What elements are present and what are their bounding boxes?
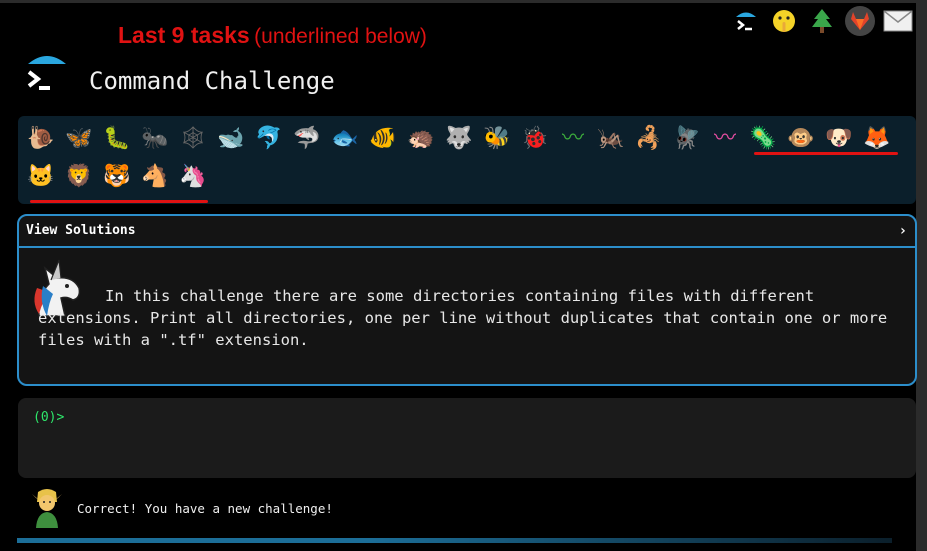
fish-icon[interactable]: 🐟 [326, 120, 364, 158]
challenge-icon-strip: 🐌 🦋 🐛 🐜 🕸 🐋 🐬 🦈 🐟 🐠 🦔 🐺 🐝 🐞 〰 🦗 🦂 🪰 〰 🦠 🐵 🐶 🦊 🐱 🦁 🐯 🐴 🦄 [18, 116, 916, 204]
command-challenge-logo[interactable] [26, 52, 68, 98]
solutions-panel: View Solutions › In this challenge there… [17, 214, 917, 386]
bee-icon[interactable]: 🐝 [478, 120, 516, 158]
status-message: Correct! You have a new challenge! [77, 501, 333, 516]
hedgehog-icon[interactable]: 🦔 [402, 120, 440, 158]
last-tasks-banner: Last 9 tasks (underlined below) [118, 22, 427, 49]
scrollbar-track[interactable] [916, 0, 927, 551]
tropical-fish-icon[interactable]: 🐠 [364, 120, 402, 158]
whale-icon[interactable]: 🐋 [212, 120, 250, 158]
ant-icon[interactable]: 🐜 [136, 120, 174, 158]
shushing-face-icon[interactable] [769, 6, 799, 36]
worm-icon[interactable]: 〰 [554, 120, 592, 158]
shell-prompt: (0)> [33, 410, 65, 425]
tiger-icon[interactable]: 🐯 [98, 158, 136, 196]
scorpion-icon[interactable]: 🦂 [630, 120, 668, 158]
terminal-input-area[interactable]: (0)> [18, 398, 916, 478]
challenge-description: In this challenge there are some directo… [38, 287, 888, 349]
gitlab-icon[interactable] [845, 6, 875, 36]
last-tasks-underline [754, 152, 898, 155]
dolphin-icon[interactable]: 🐬 [250, 120, 288, 158]
last-tasks-underline [30, 200, 208, 203]
unicorn-icon[interactable]: 🦄 [174, 158, 212, 196]
spider-web-icon[interactable]: 🕸 [174, 120, 212, 158]
page-title: Command Challenge [89, 67, 335, 95]
view-solutions-label: View Solutions [26, 223, 136, 238]
terminal-logo-icon[interactable] [731, 6, 761, 36]
wolf-icon[interactable]: 🐺 [440, 120, 478, 158]
shark-icon[interactable]: 🦈 [288, 120, 326, 158]
pine-tree-icon[interactable] [807, 6, 837, 36]
mail-icon[interactable] [883, 6, 913, 36]
butterfly-icon[interactable]: 🦋 [60, 120, 98, 158]
snail-icon[interactable]: 🐌 [22, 120, 60, 158]
cat-icon[interactable]: 🐱 [22, 158, 60, 196]
top-icons-bar [731, 6, 913, 36]
cricket-icon[interactable]: 🦗 [592, 120, 630, 158]
view-solutions-toggle[interactable]: View Solutions › [19, 216, 915, 248]
lion-icon[interactable]: 🦁 [60, 158, 98, 196]
horse-icon[interactable]: 🐴 [136, 158, 174, 196]
animal-icon-list: 🐌 🦋 🐛 🐜 🕸 🐋 🐬 🦈 🐟 🐠 🦔 🐺 🐝 🐞 〰 🦗 🦂 🪰 〰 🦠 🐵 🐶 🦊 🐱 🦁 🐯 🐴 🦄 [22, 120, 912, 196]
lady-beetle-icon[interactable]: 🐞 [516, 120, 554, 158]
banner-main: Last 9 tasks [118, 22, 250, 48]
chevron-right-icon[interactable]: › [899, 216, 907, 246]
banner-sub: (underlined below) [254, 25, 427, 48]
fly-icon[interactable]: 🪰 [668, 120, 706, 158]
caterpillar-icon[interactable]: 🐛 [98, 120, 136, 158]
window-top-border [0, 0, 927, 3]
pink-worm-icon[interactable]: 〰 [706, 120, 744, 158]
progress-bar [17, 538, 892, 543]
elf-avatar-icon [30, 488, 64, 528]
